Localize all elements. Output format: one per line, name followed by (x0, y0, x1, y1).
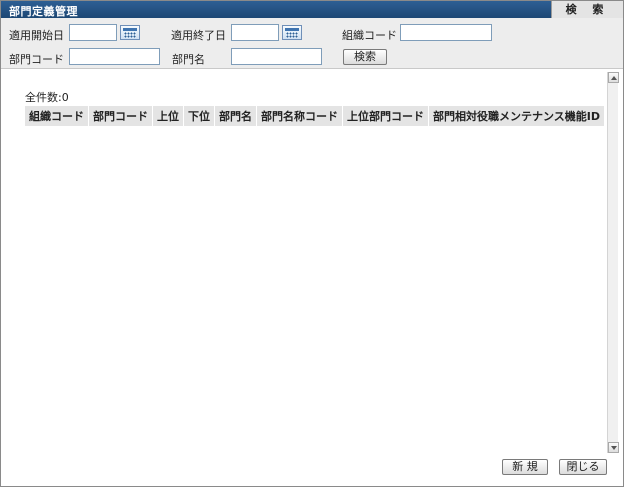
search-button[interactable]: 検索 (343, 49, 387, 65)
column-header[interactable]: 部門相対役職メンテナンス機能ID (428, 106, 606, 126)
start-date-input[interactable] (69, 24, 117, 41)
tab-search[interactable]: 検 索 (551, 1, 623, 18)
column-header[interactable]: 部門名称コード (256, 106, 343, 126)
org-code-label: 組織コード (342, 29, 397, 42)
main-window: 部門定義管理 検 索 適用開始日 適用終了日 組織コード 部門コード 部門名 検… (0, 0, 624, 487)
title-bar: 部門定義管理 検 索 (1, 1, 623, 18)
scroll-down-icon[interactable] (608, 442, 619, 453)
result-count: 全件数:0 (25, 91, 69, 104)
window-title: 部門定義管理 (9, 5, 78, 18)
column-header[interactable]: 上位部門コード (342, 106, 429, 126)
column-header[interactable]: 組織コード (25, 106, 89, 126)
column-header[interactable]: 上位 (152, 106, 184, 126)
calendar-icon[interactable] (282, 25, 302, 40)
scroll-up-icon[interactable] (608, 72, 619, 83)
column-header[interactable]: 部門コード (88, 106, 153, 126)
table-header-row: 組織コード 部門コード 上位 下位 部門名 部門名称コード 上位部門コード 部門… (25, 106, 606, 126)
search-panel: 適用開始日 適用終了日 組織コード 部門コード 部門名 検索 (1, 18, 623, 69)
results-table: 組織コード 部門コード 上位 下位 部門名 部門名称コード 上位部門コード 部門… (25, 106, 606, 126)
org-code-input[interactable] (400, 24, 492, 41)
dept-code-label: 部門コード (9, 53, 64, 66)
column-header[interactable]: 下位 (183, 106, 215, 126)
end-date-label: 適用終了日 (171, 29, 226, 42)
start-date-label: 適用開始日 (9, 29, 64, 42)
end-date-input[interactable] (231, 24, 279, 41)
vertical-scrollbar[interactable] (607, 72, 619, 453)
new-button[interactable]: 新 規 (502, 459, 548, 475)
dept-code-input[interactable] (69, 48, 160, 65)
close-button[interactable]: 閉じる (559, 459, 607, 475)
column-header[interactable]: 部門名 (214, 106, 257, 126)
calendar-icon[interactable] (120, 25, 140, 40)
dept-name-label: 部門名 (172, 53, 205, 66)
dept-name-input[interactable] (231, 48, 322, 65)
